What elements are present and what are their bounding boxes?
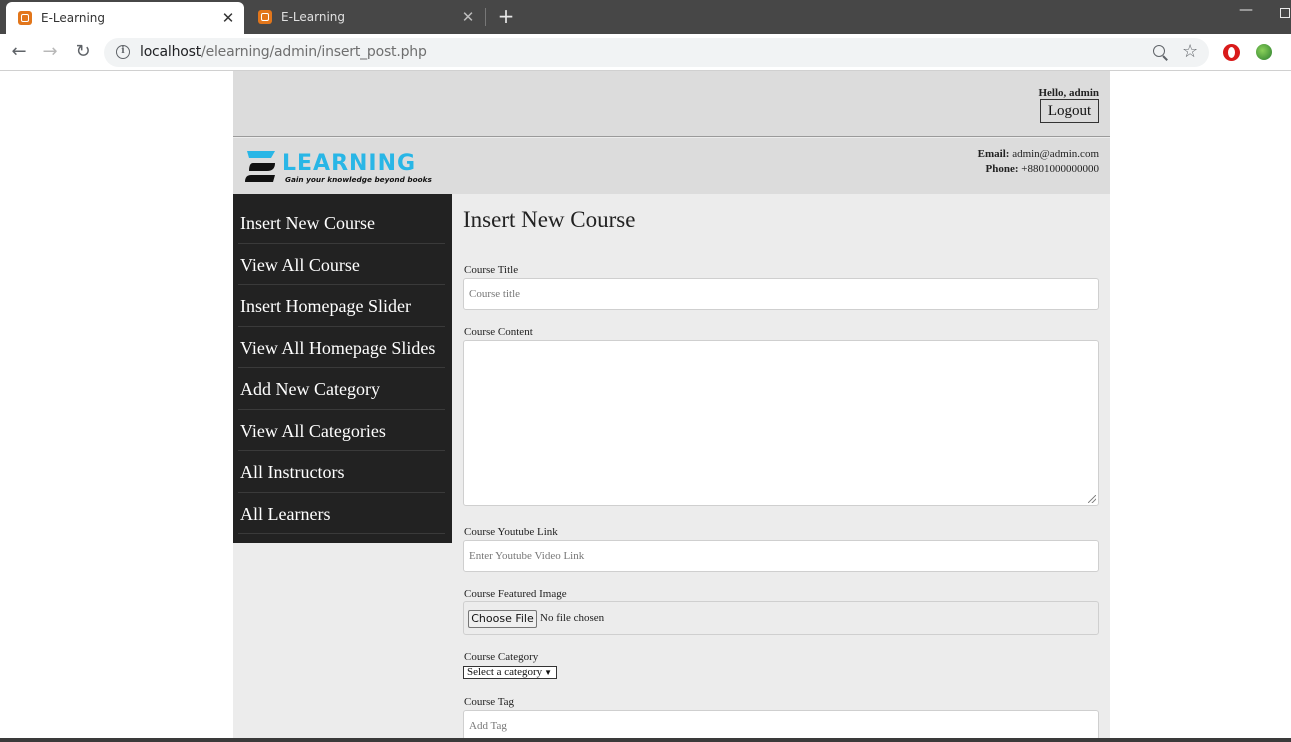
- xampp-favicon-icon: [18, 11, 32, 25]
- email-value: admin@admin.com: [1012, 148, 1099, 160]
- admin-sidebar: Insert New Course View All Course Insert…: [233, 194, 452, 543]
- url-path: /elearning/admin/insert_post.php: [201, 44, 427, 60]
- phone-value: +8801000000000: [1021, 163, 1099, 175]
- site-info-icon[interactable]: i: [116, 45, 130, 59]
- sidebar-item-all-learners[interactable]: All Learners: [238, 493, 445, 534]
- new-tab-button[interactable]: +: [496, 5, 516, 27]
- adblock-extension-icon[interactable]: [1223, 44, 1240, 61]
- elearning-logo[interactable]: LEARNING Gain your knowledge beyond book…: [245, 147, 435, 187]
- sidebar-item-all-instructors[interactable]: All Instructors: [238, 451, 445, 493]
- tab-title: E-Learning: [281, 10, 346, 24]
- taskbar-edge: [0, 738, 1291, 742]
- tab-title: E-Learning: [41, 11, 106, 25]
- maximize-window-button[interactable]: [1280, 8, 1290, 18]
- course-tag-placeholder: Add Tag: [469, 720, 507, 732]
- admin-top-bar: Hello, admin Logout: [233, 71, 1110, 137]
- course-tag-label: Course Tag: [464, 696, 515, 708]
- browser-tab-inactive[interactable]: E-Learning ✕: [246, 0, 484, 34]
- dropdown-caret-icon: ▼: [544, 668, 552, 677]
- address-bar[interactable]: i localhost/elearning/admin/insert_post.…: [104, 38, 1209, 67]
- resize-grip-icon[interactable]: [1088, 495, 1096, 503]
- globe-extension-icon[interactable]: [1256, 44, 1272, 60]
- course-title-input[interactable]: Course title: [463, 278, 1099, 310]
- logo-word: LEARNING: [282, 151, 416, 176]
- course-tag-input[interactable]: Add Tag: [463, 710, 1099, 740]
- close-tab-icon[interactable]: ✕: [460, 9, 476, 25]
- sidebar-item-view-all-categories[interactable]: View All Categories: [238, 410, 445, 451]
- email-line: Email: admin@admin.com: [978, 147, 1099, 162]
- forward-arrow-icon[interactable]: →: [38, 40, 62, 64]
- course-content-label: Course Content: [464, 326, 533, 338]
- page-title: Insert New Course: [463, 207, 636, 232]
- logo-tagline: Gain your knowledge beyond books: [285, 175, 432, 184]
- youtube-link-placeholder: Enter Youtube Video Link: [469, 550, 585, 562]
- minimize-window-button[interactable]: —: [1236, 2, 1256, 22]
- url-host: localhost: [140, 44, 202, 60]
- browser-tab-strip: E-Learning ✕ E-Learning ✕ + —: [0, 0, 1291, 34]
- greeting-text: Hello, admin: [1038, 87, 1099, 99]
- sidebar-item-add-new-category[interactable]: Add New Category: [238, 368, 445, 410]
- contact-info: Email: admin@admin.com Phone: +880100000…: [978, 147, 1099, 177]
- featured-image-file-input: Choose File No file chosen: [463, 601, 1099, 635]
- course-title-placeholder: Course title: [469, 288, 521, 300]
- back-arrow-icon[interactable]: ←: [7, 40, 31, 64]
- course-title-label: Course Title: [464, 264, 519, 276]
- sidebar-item-view-all-course[interactable]: View All Course: [238, 244, 445, 285]
- email-label: Email:: [977, 148, 1010, 160]
- youtube-link-label: Course Youtube Link: [464, 526, 558, 538]
- bookmark-star-icon[interactable]: ☆: [1182, 41, 1198, 62]
- phone-label: Phone:: [985, 163, 1019, 175]
- page-container: Hello, admin Logout LEARNING Gain your k…: [233, 71, 1110, 742]
- phone-line: Phone: +8801000000000: [978, 162, 1099, 177]
- choose-file-button[interactable]: Choose File: [468, 610, 537, 628]
- browser-tab-active[interactable]: E-Learning ✕: [6, 2, 244, 34]
- browser-toolbar: ← → ↻ i localhost/elearning/admin/insert…: [0, 34, 1291, 71]
- sidebar-item-view-all-homepage-slides[interactable]: View All Homepage Slides: [238, 327, 445, 368]
- featured-image-label: Course Featured Image: [464, 588, 567, 600]
- brand-bar: LEARNING Gain your knowledge beyond book…: [233, 138, 1110, 194]
- category-selected-value: Select a category: [467, 666, 543, 678]
- sidebar-item-insert-homepage-slider[interactable]: Insert Homepage Slider: [238, 285, 445, 327]
- course-category-label: Course Category: [464, 651, 539, 663]
- close-tab-icon[interactable]: ✕: [220, 10, 236, 26]
- zoom-icon[interactable]: [1152, 44, 1170, 62]
- youtube-link-input[interactable]: Enter Youtube Video Link: [463, 540, 1099, 572]
- reload-icon[interactable]: ↻: [71, 40, 95, 64]
- file-status-text: No file chosen: [540, 612, 605, 624]
- sidebar-item-insert-new-course[interactable]: Insert New Course: [238, 202, 445, 244]
- course-content-textarea[interactable]: [463, 340, 1099, 506]
- tab-divider: [485, 8, 486, 26]
- course-category-select[interactable]: Select a category ▼: [463, 666, 557, 679]
- address-url[interactable]: localhost/elearning/admin/insert_post.ph…: [140, 44, 427, 60]
- logout-button[interactable]: Logout: [1040, 99, 1099, 123]
- xampp-favicon-icon: [258, 10, 272, 24]
